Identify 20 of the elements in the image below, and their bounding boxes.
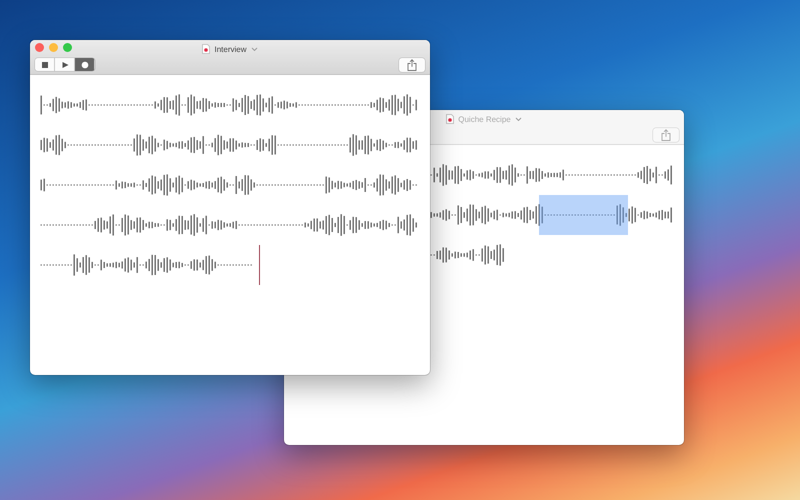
record-icon xyxy=(80,60,88,68)
document-icon xyxy=(446,114,454,124)
document-icon xyxy=(202,44,210,54)
share-icon xyxy=(407,58,417,70)
stop-icon xyxy=(40,60,48,68)
minimize-button[interactable] xyxy=(49,43,58,52)
record-button[interactable] xyxy=(75,58,95,71)
chevron-icon[interactable] xyxy=(514,116,522,122)
selection-highlight[interactable] xyxy=(539,195,628,235)
play-icon xyxy=(60,60,68,68)
play-button[interactable] xyxy=(55,58,75,71)
share-icon xyxy=(661,128,671,140)
chevron-icon[interactable] xyxy=(250,46,258,52)
window-title: Interview xyxy=(214,44,246,54)
share-button[interactable] xyxy=(399,58,425,72)
close-button[interactable] xyxy=(35,43,44,52)
window-title: Quiche Recipe xyxy=(458,114,511,124)
stop-button[interactable] xyxy=(35,58,55,71)
share-button[interactable] xyxy=(653,128,679,142)
zoom-button[interactable] xyxy=(63,43,72,52)
